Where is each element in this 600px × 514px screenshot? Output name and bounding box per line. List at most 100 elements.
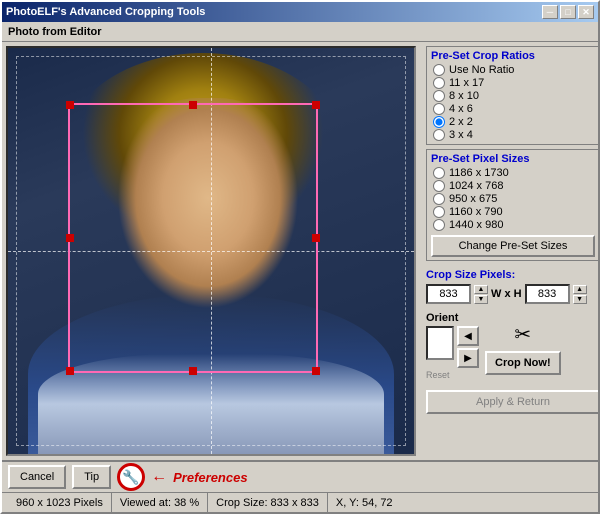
ratio-3x4[interactable]: 3 x 4 xyxy=(433,129,595,141)
preset-pixels-group: 1186 x 1730 1024 x 768 950 x 675 1160 x … xyxy=(433,167,595,231)
crop-now-button[interactable]: Crop Now! xyxy=(485,351,561,375)
orient-right-btn[interactable]: ▶ xyxy=(457,348,479,368)
crop-width-input[interactable] xyxy=(426,284,471,304)
width-down-btn[interactable]: ▼ xyxy=(474,295,488,304)
orient-controls: ◀ ▶ xyxy=(426,326,479,368)
preset-pixels-title: Pre-Set Pixel Sizes xyxy=(431,153,595,165)
ratio-4x6[interactable]: 4 x 6 xyxy=(433,103,595,115)
handle-mid-left[interactable] xyxy=(66,234,74,242)
cancel-button[interactable]: Cancel xyxy=(8,465,66,489)
preset-ratios-section: Pre-Set Crop Ratios Use No Ratio 11 x 17… xyxy=(426,46,598,145)
change-preset-btn[interactable]: Change Pre-Set Sizes xyxy=(431,235,595,257)
preset-pixels-section: Pre-Set Pixel Sizes 1186 x 1730 1024 x 7… xyxy=(426,149,598,261)
status-pixels: 960 x 1023 Pixels xyxy=(8,493,112,512)
photo-panel[interactable] xyxy=(6,46,416,456)
handle-top-left[interactable] xyxy=(66,101,74,109)
ratio-2x2-label: 2 x 2 xyxy=(449,116,473,128)
wrench-icon: 🔧 xyxy=(122,469,139,486)
orient-arrow-btns: ◀ ▶ xyxy=(457,326,479,368)
minimize-button[interactable]: ─ xyxy=(542,5,558,19)
width-up-btn[interactable]: ▲ xyxy=(474,285,488,294)
ratio-2x2[interactable]: 2 x 2 xyxy=(433,116,595,128)
pixel-1024x768-label: 1024 x 768 xyxy=(449,180,503,192)
right-panel: Pre-Set Crop Ratios Use No Ratio 11 x 17… xyxy=(420,42,598,460)
subtitle-text: Photo from Editor xyxy=(8,26,102,38)
pixel-1160x790[interactable]: 1160 x 790 xyxy=(433,206,595,218)
orient-preview xyxy=(426,326,454,360)
orient-section: Orient ◀ ▶ Reset xyxy=(426,312,479,380)
handle-bottom-left[interactable] xyxy=(66,367,74,375)
pixel-1160x790-input[interactable] xyxy=(433,206,445,218)
orient-left-btn[interactable]: ◀ xyxy=(457,326,479,346)
pixel-950x675-input[interactable] xyxy=(433,193,445,205)
preset-ratios-group: Use No Ratio 11 x 17 8 x 10 4 x 6 xyxy=(433,64,595,141)
status-xy: X, Y: 54, 72 xyxy=(328,493,401,512)
ratio-4x6-label: 4 x 6 xyxy=(449,103,473,115)
bottom-bar: Cancel Tip 🔧 ← Preferences xyxy=(2,460,598,492)
wrench-button[interactable]: 🔧 xyxy=(117,463,145,491)
preferences-arrow-icon: ← xyxy=(151,468,167,486)
pixel-1024x768-input[interactable] xyxy=(433,180,445,192)
height-up-btn[interactable]: ▲ xyxy=(573,285,587,294)
pixel-1186x1730[interactable]: 1186 x 1730 xyxy=(433,167,595,179)
tip-button[interactable]: Tip xyxy=(72,465,111,489)
window-controls: ─ □ ✕ xyxy=(542,5,594,19)
crop-height-input[interactable] xyxy=(525,284,570,304)
handle-bottom-right[interactable] xyxy=(312,367,320,375)
orient-label: Orient xyxy=(426,312,479,324)
ratio-11x17-label: 11 x 17 xyxy=(449,77,484,89)
apply-return-button[interactable]: Apply & Return xyxy=(426,390,598,414)
status-pixels-text: 960 x 1023 Pixels xyxy=(16,497,103,509)
pixel-950x675[interactable]: 950 x 675 xyxy=(433,193,595,205)
handle-mid-right[interactable] xyxy=(312,234,320,242)
preset-ratios-title: Pre-Set Crop Ratios xyxy=(431,50,595,62)
main-window: PhotoELF's Advanced Cropping Tools ─ □ ✕… xyxy=(0,0,600,514)
height-spinners: ▲ ▼ xyxy=(573,285,587,304)
ratio-2x2-input[interactable] xyxy=(433,116,445,128)
close-button[interactable]: ✕ xyxy=(578,5,594,19)
crop-now-area: ✂ Crop Now! xyxy=(485,322,561,375)
height-down-btn[interactable]: ▼ xyxy=(573,295,587,304)
main-area: Pre-Set Crop Ratios Use No Ratio 11 x 17… xyxy=(2,42,598,460)
ratio-11x17[interactable]: 11 x 17 xyxy=(433,77,595,89)
crop-size-label: Crop Size Pixels: xyxy=(426,269,598,281)
window-title: PhotoELF's Advanced Cropping Tools xyxy=(6,6,205,18)
scissors-icon: ✂ xyxy=(514,322,531,347)
pixel-1024x768[interactable]: 1024 x 768 xyxy=(433,180,595,192)
handle-bottom-center[interactable] xyxy=(189,367,197,375)
title-bar: PhotoELF's Advanced Cropping Tools ─ □ ✕ xyxy=(2,2,598,22)
pixel-1160x790-label: 1160 x 790 xyxy=(449,206,503,218)
crop-size-inputs: ▲ ▼ W x H ▲ ▼ xyxy=(426,284,598,304)
crop-rectangle[interactable] xyxy=(68,103,318,373)
ratio-3x4-input[interactable] xyxy=(433,129,445,141)
maximize-button[interactable]: □ xyxy=(560,5,576,19)
ratio-no-ratio[interactable]: Use No Ratio xyxy=(433,64,595,76)
ratio-8x10[interactable]: 8 x 10 xyxy=(433,90,595,102)
pixel-950x675-label: 950 x 675 xyxy=(449,193,497,205)
status-xy-text: X, Y: 54, 72 xyxy=(336,497,393,509)
pixel-1186x1730-input[interactable] xyxy=(433,167,445,179)
pixel-1186x1730-label: 1186 x 1730 xyxy=(449,167,509,179)
pixel-1440x980-label: 1440 x 980 xyxy=(449,219,503,231)
ratio-8x10-label: 8 x 10 xyxy=(449,90,479,102)
preferences-label: Preferences xyxy=(173,470,247,485)
ratio-no-ratio-input[interactable] xyxy=(433,64,445,76)
status-viewed: Viewed at: 38 % xyxy=(112,493,208,512)
status-bar: 960 x 1023 Pixels Viewed at: 38 % Crop S… xyxy=(2,492,598,512)
ratio-8x10-input[interactable] xyxy=(433,90,445,102)
handle-top-center[interactable] xyxy=(189,101,197,109)
status-viewed-text: Viewed at: 38 % xyxy=(120,497,199,509)
status-crop-size-text: Crop Size: 833 x 833 xyxy=(216,497,319,509)
subtitle-bar: Photo from Editor xyxy=(2,22,598,42)
wh-label: W x H xyxy=(491,288,522,300)
pixel-1440x980[interactable]: 1440 x 980 xyxy=(433,219,595,231)
pixel-1440x980-input[interactable] xyxy=(433,219,445,231)
crop-size-section: Crop Size Pixels: ▲ ▼ W x H ▲ ▼ xyxy=(426,269,598,304)
handle-top-right[interactable] xyxy=(312,101,320,109)
status-crop-size: Crop Size: 833 x 833 xyxy=(208,493,328,512)
ratio-11x17-input[interactable] xyxy=(433,77,445,89)
reset-label: Reset xyxy=(426,370,479,380)
ratio-4x6-input[interactable] xyxy=(433,103,445,115)
ratio-no-ratio-label: Use No Ratio xyxy=(449,64,514,76)
ratio-3x4-label: 3 x 4 xyxy=(449,129,473,141)
